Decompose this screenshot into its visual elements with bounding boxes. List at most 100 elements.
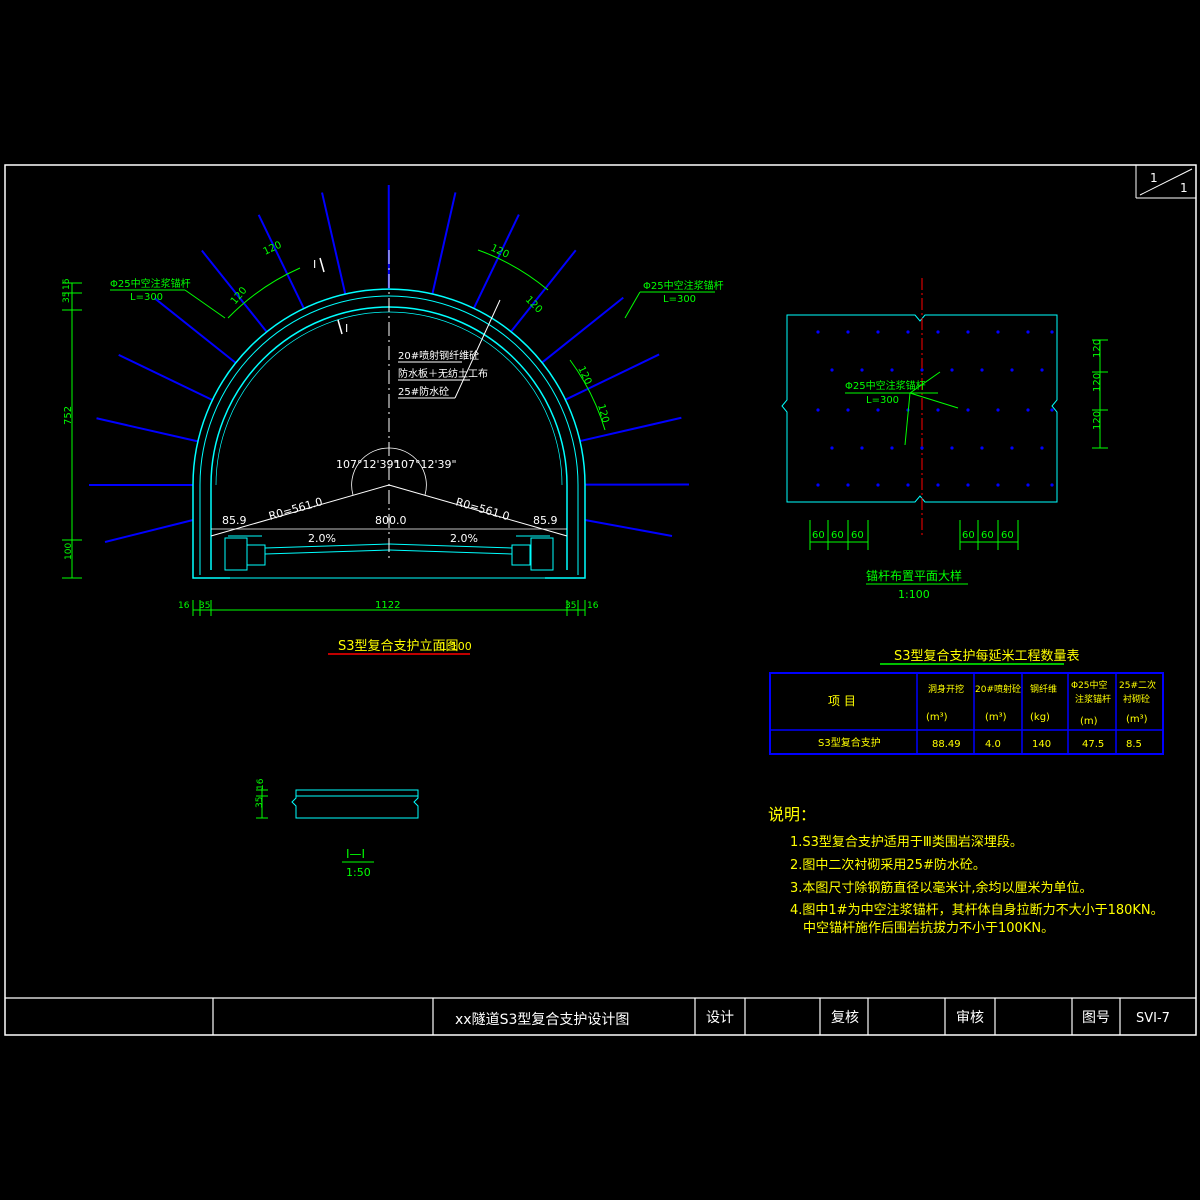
section-scale: 1:100	[440, 640, 472, 653]
height-dim-752: 752	[63, 406, 74, 425]
table-col-2-unit: (m³)	[985, 712, 1007, 723]
plan-anchor-dot	[816, 483, 820, 487]
notes-heading: 说明：	[768, 805, 816, 824]
approve-label: 审核	[956, 1010, 984, 1026]
table-title: S3型复合支护每延米工程数量表	[894, 648, 1080, 664]
table-col-4-name-line2: 注浆锚杆	[1075, 693, 1111, 705]
plan-anchor-dot	[876, 483, 880, 487]
plan-title: 锚杆布置平面大样	[866, 568, 962, 583]
plan-right-dim-2: 120	[1092, 373, 1103, 392]
cut-detail-title: I—I	[346, 847, 365, 861]
quantity-table: S3型复合支护每延米工程数量表 项 目 洞身开挖 (m³) 20#喷射砼 (m³…	[769, 648, 1164, 755]
table-col-1-unit: (m³)	[926, 712, 948, 723]
slope-left-label: 2.0%	[308, 532, 336, 545]
cut-detail-outline	[291, 789, 419, 819]
page-counter: 1 1	[1135, 165, 1196, 199]
table-value-3: 140	[1032, 739, 1051, 750]
plan-anchor-length: L=300	[866, 395, 899, 406]
anchor-bolt	[472, 214, 520, 309]
plan-anchor-dot	[906, 330, 910, 334]
width-dim-1122: 1122	[375, 600, 400, 611]
page-number: 1	[1150, 171, 1158, 185]
plan-anchor-dot	[1010, 446, 1014, 450]
plan-anchor-dot	[830, 446, 834, 450]
plan-anchor-dot	[876, 408, 880, 412]
cut-mark-label-bottom: I	[345, 322, 348, 335]
anchor-right-title: Φ25中空注浆锚杆	[643, 279, 724, 292]
offset-right-label: 85.9	[533, 514, 558, 527]
table-col-5-name: 25#二次 衬砌砼	[1119, 679, 1159, 705]
table-col-4-name-line1: Φ25中空	[1071, 679, 1108, 691]
plan-right-dim-1: 120	[1092, 339, 1103, 358]
height-dim-35: 35	[62, 292, 72, 303]
anchor-bolt	[321, 192, 347, 295]
table-value-1: 88.49	[932, 739, 961, 750]
plan-anchor-dot	[920, 446, 924, 450]
slope-right-label: 2.0%	[450, 532, 478, 545]
table-col-3-name: 钢纤维	[1030, 683, 1057, 695]
plan-anchor-dot	[1040, 368, 1044, 372]
layer-3-label: 25#防水砼	[398, 385, 449, 398]
width-dim-35-left: 35	[199, 601, 210, 611]
plan-bottom-dim-l2: 60	[831, 530, 844, 541]
anchor-right-length: L=300	[663, 294, 696, 305]
spacing-label-3: 120	[489, 243, 511, 261]
plan-bottom-dim-l3: 60	[851, 530, 864, 541]
title-block: xx隧道S3型复合支护设计图 设计 复核 审核 图号 SVI-7	[5, 997, 1196, 1035]
plan-anchor-dot	[1050, 483, 1054, 487]
width-dim-16-left: 16	[178, 601, 190, 611]
plan-anchor-dot	[846, 330, 850, 334]
notes: 说明： 1.S3型复合支护适用于Ⅲ类围岩深埋段。 2.图中二次衬砌采用25#防水…	[768, 805, 1164, 936]
height-dim-16: 16	[62, 278, 72, 290]
plan-anchor-dots	[816, 330, 1054, 487]
page-total: 1	[1180, 181, 1188, 195]
plan-anchor-dot	[980, 446, 984, 450]
cut-mark-label-top: I	[313, 258, 316, 271]
plan-bottom-dim-r1: 60	[962, 530, 975, 541]
plan-anchor-dot	[846, 483, 850, 487]
plan-anchor-dot	[1050, 330, 1054, 334]
drawing-title: xx隧道S3型复合支护设计图	[455, 1011, 629, 1028]
spacing-label-2: 120	[262, 240, 284, 258]
plan-anchor-dot	[950, 446, 954, 450]
table-col-1-name: 洞身开挖	[928, 683, 964, 695]
anchor-bolt	[96, 417, 199, 443]
plan-right-dim-3: 120	[1092, 411, 1103, 430]
plan-anchor-title: Φ25中空注浆锚杆	[845, 379, 926, 392]
anchor-bolt	[579, 416, 682, 443]
inner-width-label: 800.0	[375, 514, 407, 527]
anchor-bolt	[153, 297, 237, 364]
anchor-bolt	[541, 296, 624, 364]
offset-left-label: 85.9	[222, 514, 247, 527]
plan-anchor-dot	[996, 483, 1000, 487]
plan-anchor-dot	[816, 330, 820, 334]
width-dim-35-right: 35	[565, 601, 576, 611]
cut-detail-scale: 1:50	[346, 866, 371, 879]
anchor-bolt	[104, 519, 194, 543]
plan-scale: 1:100	[898, 588, 930, 601]
plan-anchor-dot	[950, 368, 954, 372]
plan-anchor-dot	[966, 483, 970, 487]
cut-detail: 16 35 I—I 1:50	[255, 778, 419, 879]
plan-bottom-dim-l1: 60	[812, 530, 825, 541]
plan-anchor-dot	[966, 408, 970, 412]
layer-1-label: 20#喷射钢纤维砼	[398, 349, 479, 362]
plan-bottom-dim-r2: 60	[981, 530, 994, 541]
note-4: 4.图中1#为中空注浆锚杆，其杆体自身拉断力不大小于180KN。	[790, 902, 1164, 918]
plan-anchor-dot	[1040, 446, 1044, 450]
note-1: 1.S3型复合支护适用于Ⅲ类围岩深埋段。	[790, 835, 1023, 850]
anchor-bolt	[118, 354, 213, 401]
plan-anchor-dot	[1026, 408, 1030, 412]
anchor-bolts	[89, 184, 690, 543]
anchor-callout-left	[110, 289, 226, 319]
angle-right-label: 107°12'39"	[394, 458, 457, 471]
plan-bottom-dim-r3: 60	[1001, 530, 1014, 541]
plan-anchor-dot	[1026, 330, 1030, 334]
plan-anchor-dot	[936, 483, 940, 487]
plan-anchor-dot	[996, 408, 1000, 412]
table-col-5-name-line1: 25#二次	[1119, 679, 1156, 691]
anchor-left-title: Φ25中空注浆锚杆	[110, 277, 191, 290]
spacing-label-5: 120	[575, 365, 593, 387]
plan-anchor-dot	[860, 446, 864, 450]
height-dim-chain	[62, 282, 82, 579]
